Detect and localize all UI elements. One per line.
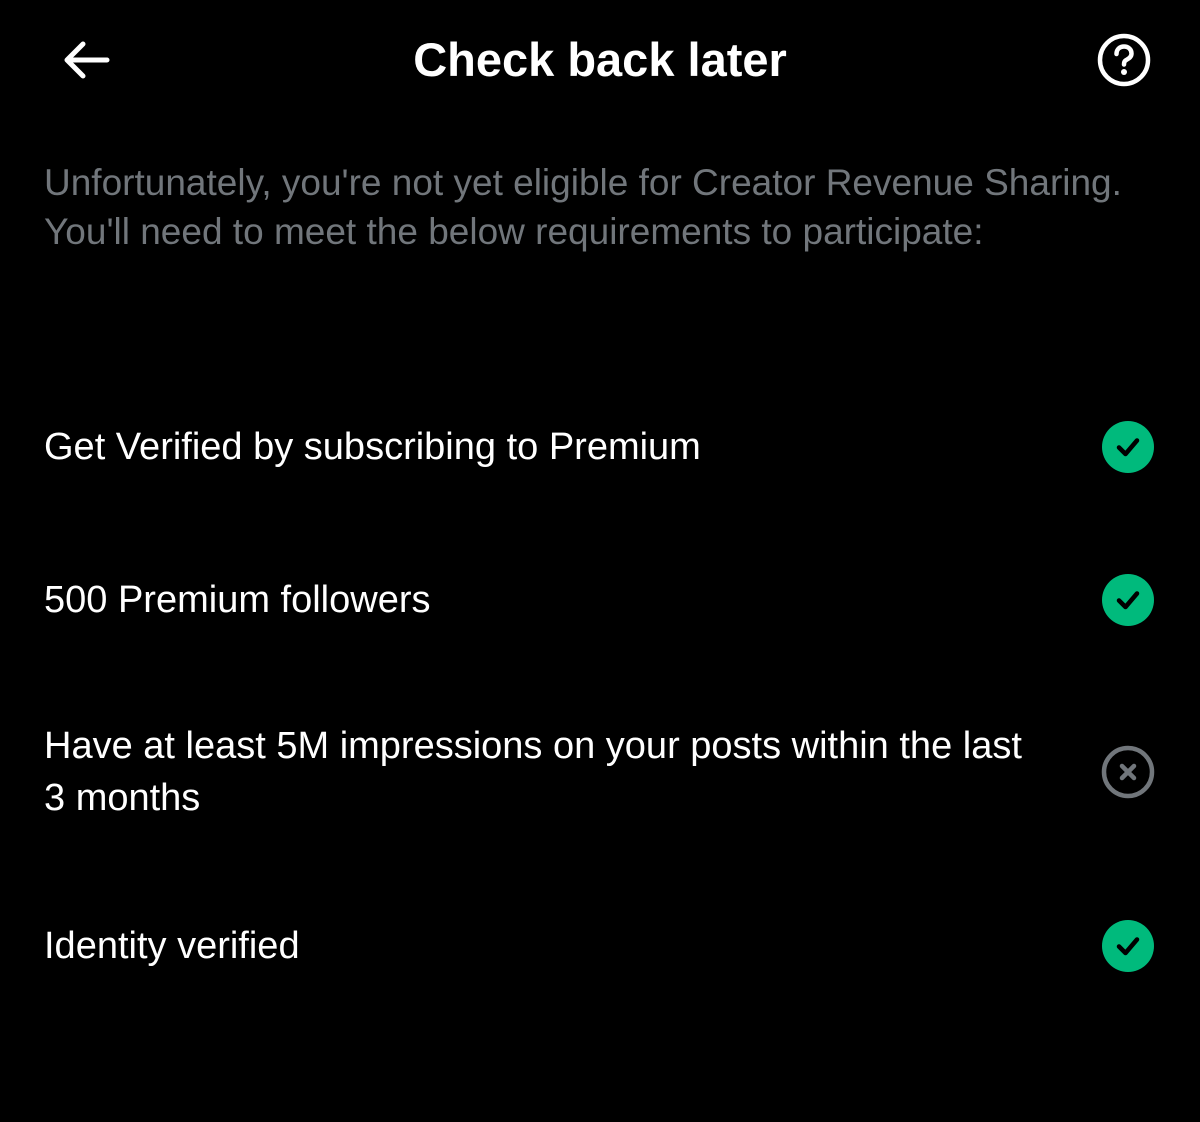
- requirement-label: Identity verified: [44, 925, 300, 967]
- help-button[interactable]: [1094, 30, 1154, 90]
- header-bar: Check back later: [0, 0, 1200, 120]
- page-title: Check back later: [413, 33, 787, 86]
- requirement-label: 500 Premium followers: [44, 579, 431, 621]
- check-circle-icon: [1100, 572, 1156, 628]
- arrow-left-icon: [64, 41, 110, 79]
- check-circle-icon: [1100, 419, 1156, 475]
- requirement-label: Get Verified by subscribing to Premium: [44, 426, 701, 468]
- requirement-item-followers: 500 Premium followers: [44, 572, 1156, 628]
- question-circle-icon: [1097, 33, 1151, 87]
- requirement-item-premium: Get Verified by subscribing to Premium: [44, 419, 1156, 475]
- requirement-label: Have at least 5M impressions on your pos…: [44, 725, 1022, 819]
- check-circle-icon: [1100, 918, 1156, 974]
- requirement-item-impressions: Have at least 5M impressions on your pos…: [44, 720, 1156, 824]
- x-circle-icon: [1100, 744, 1156, 800]
- intro-text: Unfortunately, you're not yet eligible f…: [44, 162, 1122, 252]
- requirement-item-identity: Identity verified: [44, 918, 1156, 974]
- back-button[interactable]: [56, 30, 116, 90]
